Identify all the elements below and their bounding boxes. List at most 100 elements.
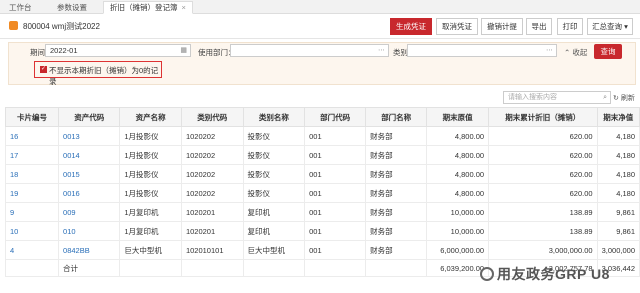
- table-row[interactable]: 17 0014 1月投影仪 1020202 投影仪 001 财务部 4,800.00 620.0…: [4, 145, 640, 165]
- dept-field[interactable]: ⋯: [230, 44, 389, 57]
- table-cell: 620.00: [488, 164, 598, 184]
- table-cell: 138.89: [488, 221, 598, 241]
- period-field[interactable]: 2022-01 ▦: [45, 44, 191, 57]
- table-cell: 4,180: [596, 164, 640, 184]
- table-cell[interactable]: 4: [4, 240, 60, 260]
- more-icon[interactable]: ⋯: [378, 45, 385, 56]
- table-cell: 财务部: [365, 183, 428, 203]
- table-cell[interactable]: 0016: [58, 183, 121, 203]
- column-header[interactable]: 部门代码: [304, 107, 367, 127]
- table-cell: 复印机: [242, 221, 306, 241]
- table-cell: 9,861: [596, 221, 640, 241]
- column-header[interactable]: 资产代码: [58, 107, 121, 127]
- wechat-icon: [480, 267, 494, 281]
- table-cell: 001: [304, 202, 367, 222]
- table-cell: 4,180: [596, 145, 640, 165]
- query-button[interactable]: 查询: [594, 44, 622, 59]
- print-button[interactable]: 打印: [557, 18, 583, 35]
- column-header[interactable]: 资产名称: [119, 107, 182, 127]
- category-field[interactable]: ⋯: [407, 44, 557, 57]
- depreciation-table: 卡片编号 资产代码 资产名称 类别代码 类别名称 部门代码 部门名称 期末原值 …: [4, 107, 640, 277]
- collapse-toggle[interactable]: ⌃ 收起: [564, 47, 587, 58]
- table-cell[interactable]: 9: [4, 202, 60, 222]
- table-cell: 投影仪: [242, 164, 306, 184]
- app-icon: [9, 21, 18, 30]
- column-header[interactable]: 类别代码: [180, 107, 244, 127]
- table-cell: 财务部: [365, 145, 428, 165]
- search-input[interactable]: 请输入搜索内容 ⌕: [503, 91, 611, 104]
- table-cell: 财务部: [365, 221, 428, 241]
- table-cell: 财务部: [365, 240, 428, 260]
- table-cell: 1月复印机: [119, 221, 182, 241]
- total-cell: [242, 259, 306, 277]
- close-icon[interactable]: ×: [182, 3, 186, 12]
- table-cell: 138.89: [488, 202, 598, 222]
- total-cell: [180, 259, 244, 277]
- table-cell[interactable]: 19: [4, 183, 60, 203]
- table-cell: 001: [304, 183, 367, 203]
- table-cell[interactable]: 0013: [58, 126, 121, 146]
- table-cell: 620.00: [488, 126, 598, 146]
- table-cell[interactable]: 0014: [58, 145, 121, 165]
- tab-workbench[interactable]: 工作台: [2, 1, 39, 14]
- table-cell: 620.00: [488, 145, 598, 165]
- table-cell: 巨大中型机: [119, 240, 182, 260]
- column-header[interactable]: 部门名称: [365, 107, 428, 127]
- column-header[interactable]: 卡片编号: [4, 107, 60, 127]
- table-row[interactable]: 10 010 1月复印机 1020201 复印机 001 财务部 10,000.00 138.8…: [4, 221, 640, 241]
- table-cell[interactable]: 10: [4, 221, 60, 241]
- table-cell: 投影仪: [242, 183, 306, 203]
- table-row[interactable]: 19 0016 1月投影仪 1020202 投影仪 001 财务部 4,800.00 620.0…: [4, 183, 640, 203]
- table-cell: 620.00: [488, 183, 598, 203]
- table-cell: 财务部: [365, 126, 428, 146]
- table-cell: 1020201: [180, 221, 244, 241]
- table-cell[interactable]: 18: [4, 164, 60, 184]
- calendar-icon[interactable]: ▦: [180, 45, 187, 56]
- total-cell: [119, 259, 182, 277]
- tab-parameter-settings[interactable]: 参数设置: [50, 1, 94, 14]
- table-cell[interactable]: 010: [58, 221, 121, 241]
- table-cell[interactable]: 0015: [58, 164, 121, 184]
- table-cell: 3,000,000.00: [488, 240, 598, 260]
- column-header[interactable]: 期末累计折旧（摊销）: [488, 107, 598, 127]
- table-cell[interactable]: 17: [4, 145, 60, 165]
- table-cell: 4,180: [596, 126, 640, 146]
- table-row[interactable]: 16 0013 1月投影仪 1020202 投影仪 001 财务部 4,800.00 620.0…: [4, 126, 640, 146]
- table-cell[interactable]: 0842BB: [58, 240, 121, 260]
- search-icon[interactable]: ⌕: [603, 92, 607, 103]
- tab-depreciation-register[interactable]: 折旧（摊销）登记簿 ×: [103, 1, 193, 14]
- table-cell: 001: [304, 240, 367, 260]
- chevron-up-icon: ⌃: [564, 48, 571, 57]
- table-cell[interactable]: 16: [4, 126, 60, 146]
- table-cell: 投影仪: [242, 126, 306, 146]
- table-cell: 001: [304, 221, 367, 241]
- table-cell[interactable]: 009: [58, 202, 121, 222]
- export-button[interactable]: 导出: [526, 18, 552, 35]
- hide-zero-checkbox-row[interactable]: ✓ 不显示本期折旧（摊销）为0的记录: [34, 61, 162, 86]
- more-icon[interactable]: ⋯: [546, 45, 553, 56]
- table-cell: 1月投影仪: [119, 126, 182, 146]
- total-cell: [365, 259, 428, 277]
- table-cell: 4,800.00: [426, 164, 490, 184]
- summary-query-button[interactable]: 汇总查询 ▾: [587, 18, 633, 35]
- table-row[interactable]: 9 009 1月复印机 1020201 复印机 001 财务部 10,000.00 138.89…: [4, 202, 640, 222]
- withdraw-accrual-button[interactable]: 撤销计提: [481, 18, 523, 35]
- table-cell: 9,861: [596, 202, 640, 222]
- table-cell: 10,000.00: [426, 221, 490, 241]
- generate-voucher-button[interactable]: 生成凭证: [390, 18, 432, 35]
- table-cell: 1月投影仪: [119, 145, 182, 165]
- table-cell: 巨大中型机: [242, 240, 306, 260]
- table-row[interactable]: 4 0842BB 巨大中型机 102010101 巨大中型机 001 财务部 6,000,00…: [4, 240, 640, 260]
- total-cell: [4, 259, 60, 277]
- column-header[interactable]: 期末原值: [426, 107, 490, 127]
- hide-zero-checkbox[interactable]: ✓: [40, 66, 47, 73]
- column-header[interactable]: 类别名称: [242, 107, 306, 127]
- table-cell: 001: [304, 164, 367, 184]
- table-row[interactable]: 18 0015 1月投影仪 1020202 投影仪 001 财务部 4,800.00 620.0…: [4, 164, 640, 184]
- refresh-button[interactable]: ↻ 刷新: [613, 93, 635, 103]
- cancel-voucher-button[interactable]: 取消凭证: [436, 18, 478, 35]
- table-cell: 001: [304, 145, 367, 165]
- column-header[interactable]: 期末净值: [596, 107, 640, 127]
- table-cell: 1月投影仪: [119, 183, 182, 203]
- total-cell: 合计: [58, 259, 121, 277]
